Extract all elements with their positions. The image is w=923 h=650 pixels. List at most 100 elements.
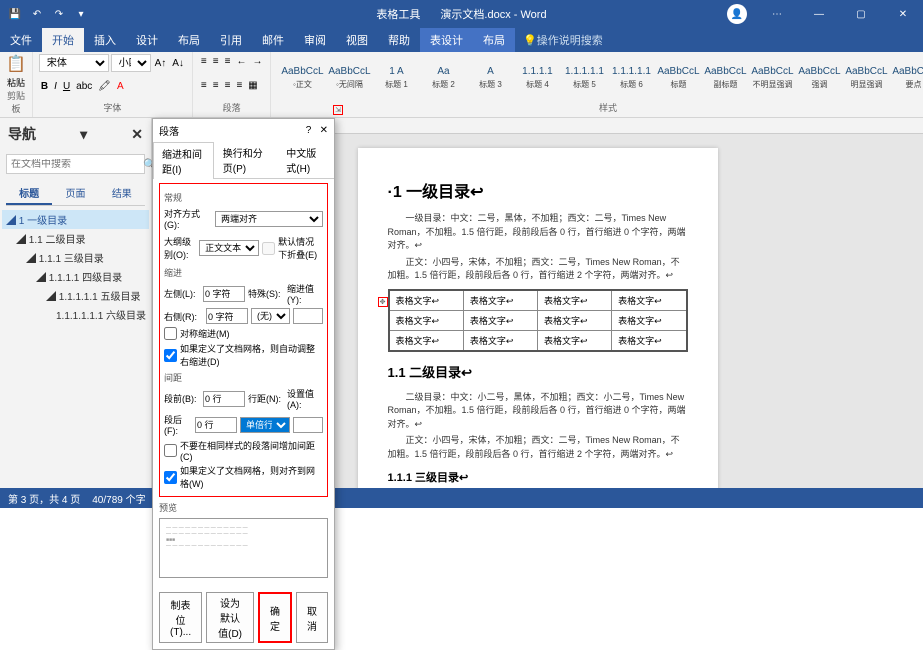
body-paragraph[interactable]: 正文：小四号，宋体，不加粗；西文：二号，Times New Roman，不加粗。… [388, 256, 688, 283]
dialog-tab-asian[interactable]: 中文版式(H) [277, 141, 334, 178]
line-spacing-select[interactable]: 单倍行距 [240, 417, 290, 433]
by-spinner[interactable] [293, 308, 323, 324]
table-move-handle[interactable]: ✥ [378, 297, 388, 307]
table-cell[interactable]: 表格文字↩ [537, 290, 611, 311]
tab-file[interactable]: 文件 [0, 28, 42, 52]
body-paragraph[interactable]: 二级目录：中文：小二号，黑体，不加粗；西文：小二号，Times New Roma… [388, 391, 688, 432]
alignment-select[interactable]: 两端对齐 [215, 211, 323, 227]
tree-item-h1[interactable]: ◢ 1 一级目录 [2, 210, 149, 229]
tab-design[interactable]: 设计 [126, 28, 168, 52]
style-item[interactable]: AaBbCcL标题 [655, 56, 701, 100]
align-left-button[interactable]: ≡ [199, 78, 209, 93]
tab-table-design[interactable]: 表设计 [420, 28, 473, 52]
dialog-tab-indent[interactable]: 缩进和间距(I) [153, 142, 214, 179]
tab-layout[interactable]: 布局 [168, 28, 210, 52]
italic-button[interactable]: I [52, 79, 59, 94]
tree-item-h5[interactable]: ◢ 1.1.1.1.1 五级目录 [2, 286, 149, 305]
indent-inc-button[interactable]: → [250, 54, 264, 69]
style-item[interactable]: A标题 3 [467, 56, 513, 100]
table-cell[interactable]: 表格文字↩ [537, 330, 611, 351]
special-select[interactable]: (无) [251, 308, 290, 324]
status-page[interactable]: 第 3 页，共 4 页 [8, 491, 80, 506]
table-cell[interactable]: 表格文字↩ [537, 310, 611, 330]
style-item[interactable]: AaBbCcL副标题 [702, 56, 748, 100]
style-item[interactable]: 1 A标题 1 [373, 56, 419, 100]
heading-3[interactable]: 1.1.1 三级目录↩ [388, 469, 688, 485]
style-item[interactable]: AaBbCcL不明显强调 [749, 56, 795, 100]
save-button[interactable]: 💾 [6, 5, 24, 23]
minimize-button[interactable]: — [799, 0, 839, 28]
nav-search-box[interactable]: 🔍 [6, 154, 145, 174]
set-default-button[interactable]: 设为默认值(D) [206, 592, 254, 643]
style-item[interactable]: AaBbCcL强调 [796, 56, 842, 100]
tabs-button[interactable]: 制表位(T)... [159, 592, 202, 643]
style-item[interactable]: 1.1.1.1.1标题 6 [608, 56, 654, 100]
nav-dropdown-icon[interactable]: ▾ [80, 126, 87, 143]
tab-home[interactable]: 开始 [42, 28, 84, 52]
status-words[interactable]: 40/789 个字 [92, 491, 145, 506]
nav-tab-pages[interactable]: 页面 [52, 182, 98, 205]
document-table[interactable]: 表格文字↩表格文字↩表格文字↩表格文字↩ 表格文字↩表格文字↩表格文字↩表格文字… [388, 289, 688, 352]
heading-2[interactable]: 1.1 二级目录↩ [388, 362, 688, 381]
align-right-button[interactable]: ≡ [223, 78, 233, 93]
tab-table-layout[interactable]: 布局 [473, 28, 515, 52]
nav-tab-results[interactable]: 结果 [99, 182, 145, 205]
qat-more-icon[interactable]: ▾ [72, 5, 90, 23]
table-cell[interactable]: 表格文字↩ [612, 290, 687, 311]
font-size-select[interactable]: 小四 [111, 54, 151, 72]
body-paragraph[interactable]: 正文：小四号，宋体，不加粗；西文：二号，Times New Roman，不加粗。… [388, 434, 688, 461]
grow-font-button[interactable]: A↑ [153, 56, 169, 71]
tab-review[interactable]: 审阅 [294, 28, 336, 52]
highlight-button[interactable]: 🖍 [96, 79, 113, 94]
page[interactable]: ·1 一级目录↩ 一级目录：中文：二号，黑体，不加粗；西文：二号，Times N… [358, 148, 718, 488]
table-cell[interactable]: 表格文字↩ [463, 330, 537, 351]
style-item[interactable]: AaBbCcL◦正文 [279, 56, 325, 100]
style-item[interactable]: AaBbCcL明显强调 [843, 56, 889, 100]
undo-button[interactable]: ↶ [28, 5, 46, 23]
tab-references[interactable]: 引用 [210, 28, 252, 52]
multilevel-button[interactable]: ≡ [223, 54, 233, 69]
body-paragraph[interactable]: 一级目录：中文：二号，黑体，不加粗；西文：二号，Times New Roman，… [388, 212, 688, 253]
table-cell[interactable]: 表格文字↩ [612, 310, 687, 330]
style-item[interactable]: 1.1.1.1标题 4 [514, 56, 560, 100]
maximize-button[interactable]: ▢ [841, 0, 881, 28]
tree-item-h2[interactable]: ◢ 1.1 二级目录 [2, 229, 149, 248]
outline-select[interactable]: 正文文本 [199, 240, 259, 256]
after-spinner[interactable] [195, 417, 237, 433]
user-avatar[interactable]: 👤 [727, 4, 747, 24]
before-spinner[interactable] [203, 391, 245, 407]
tree-item-h4[interactable]: ◢ 1.1.1.1 四级目录 [2, 267, 149, 286]
align-center-button[interactable]: ≡ [211, 78, 221, 93]
nosame-checkbox[interactable] [164, 444, 177, 457]
indent-dec-button[interactable]: ← [234, 54, 248, 69]
auto-adjust-checkbox[interactable] [164, 349, 177, 362]
table-cell[interactable]: 表格文字↩ [612, 330, 687, 351]
font-name-select[interactable]: 宋体 [39, 54, 109, 72]
table-cell[interactable]: 表格文字↩ [389, 290, 464, 311]
ribbon-options-button[interactable]: ⋯ [757, 0, 797, 28]
redo-button[interactable]: ↷ [50, 5, 68, 23]
table-cell[interactable]: 表格文字↩ [463, 290, 537, 311]
strike-button[interactable]: abc [74, 79, 94, 94]
nav-close-button[interactable]: ✕ [131, 126, 143, 143]
nav-search-input[interactable] [11, 159, 143, 170]
tab-help[interactable]: 帮助 [378, 28, 420, 52]
tab-mailings[interactable]: 邮件 [252, 28, 294, 52]
tab-view[interactable]: 视图 [336, 28, 378, 52]
styles-gallery[interactable]: AaBbCcL◦正文AaBbCcL◦无间隔1 A标题 1Aa标题 2A标题 31… [277, 54, 923, 101]
heading-1[interactable]: ·1 一级目录↩ [388, 178, 688, 202]
underline-button[interactable]: U [61, 79, 72, 94]
table-cell[interactable]: 表格文字↩ [463, 310, 537, 330]
shrink-font-button[interactable]: A↓ [170, 56, 186, 71]
nav-tab-headings[interactable]: 标题 [6, 182, 52, 205]
indent-left-spinner[interactable] [203, 286, 245, 302]
bullets-button[interactable]: ≡ [199, 54, 209, 69]
mirror-checkbox[interactable] [164, 327, 177, 340]
table-cell[interactable]: 表格文字↩ [389, 310, 464, 330]
style-item[interactable]: 1.1.1.1.1标题 5 [561, 56, 607, 100]
style-item[interactable]: Aa标题 2 [420, 56, 466, 100]
paragraph-dialog-launcher[interactable]: ⇲ [333, 105, 343, 115]
table-cell[interactable]: 表格文字↩ [389, 330, 464, 351]
close-window-button[interactable]: ✕ [883, 0, 923, 28]
tree-item-h6[interactable]: 1.1.1.1.1.1 六级目录 [2, 305, 149, 324]
